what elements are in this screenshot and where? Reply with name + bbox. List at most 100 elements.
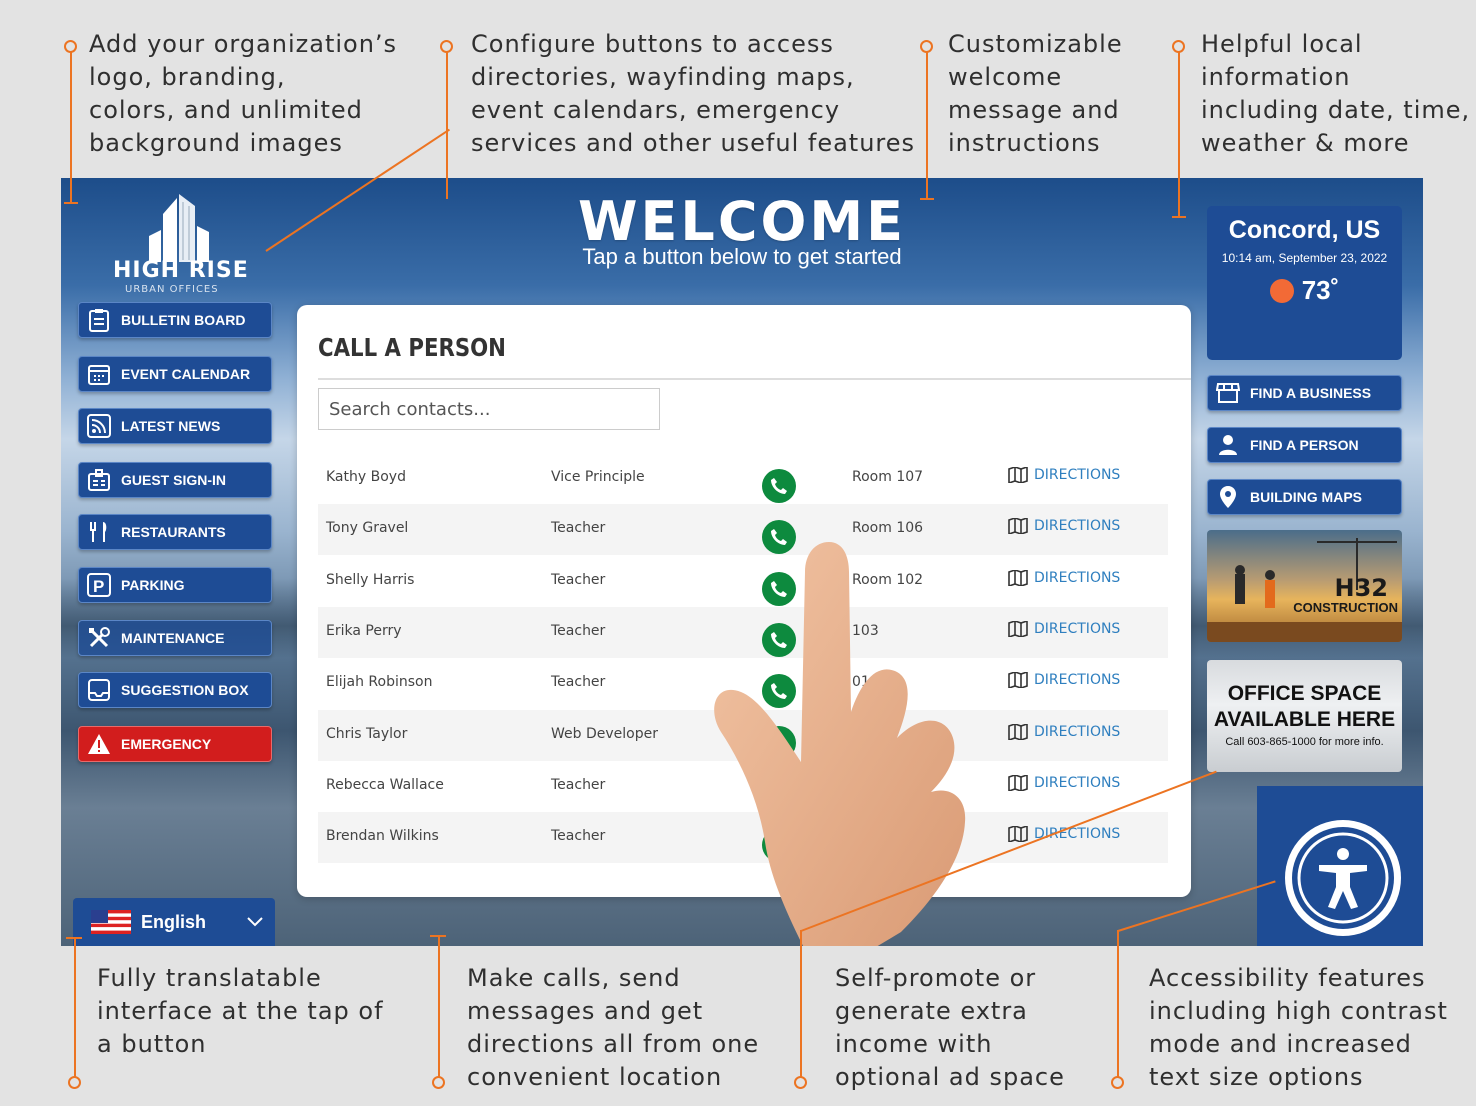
connector-line	[800, 930, 802, 1078]
map-icon	[1008, 774, 1034, 791]
person-icon	[1216, 433, 1240, 457]
connector-line	[1178, 49, 1180, 217]
right-nav-label: FIND A PERSON	[1250, 437, 1359, 453]
contact-role: Teacher	[551, 571, 606, 588]
map-icon	[1008, 672, 1034, 689]
directions-label: DIRECTIONS	[1034, 826, 1121, 843]
phone-icon[interactable]	[762, 469, 796, 503]
directions-link[interactable]: DIRECTIONS	[1008, 518, 1121, 535]
ad-construction[interactable]: H32 CONSTRUCTION	[1207, 530, 1402, 642]
utensils-icon	[87, 520, 111, 544]
connector-line	[430, 935, 446, 937]
directions-link[interactable]: DIRECTIONS	[1008, 672, 1120, 689]
ad-office-line2: AVAILABLE HERE	[1213, 708, 1396, 731]
table-row[interactable]: Rebecca Wallace Teacher DIRECTIONS	[318, 761, 1168, 812]
table-row[interactable]: Kathy Boyd Vice Principle Room 107 DIRECTIO…	[318, 453, 1168, 504]
directions-label: DIRECTIONS	[1034, 569, 1121, 586]
table-row[interactable]: Tony Gravel Teacher Room 106 DIRECTIONS	[318, 504, 1168, 556]
contact-role: Teacher	[551, 674, 606, 691]
directions-link[interactable]: DIRECTIONS	[1008, 467, 1120, 483]
nav-latest-news-button[interactable]: LATEST NEWS	[78, 408, 272, 444]
table-row[interactable]: Chris Taylor Web Developer DIRECTIONS	[318, 709, 1168, 761]
directions-label: DIRECTIONS	[1034, 467, 1121, 483]
contact-role: Teacher	[551, 828, 606, 845]
nav-maintenance-button[interactable]: MAINTENANCE	[78, 620, 272, 656]
phone-icon[interactable]	[762, 571, 796, 606]
nav-emergency-button[interactable]: EMERGENCY	[78, 726, 272, 762]
nav-label: PARKING	[121, 577, 185, 593]
table-row[interactable]: Elijah Robinson Teacher 01 DIRECTIONS	[318, 658, 1168, 709]
callout-translation: Fully translatable interface at the tap …	[97, 964, 384, 1058]
phone-icon[interactable]	[762, 622, 796, 657]
directions-link[interactable]: DIRECTIONS	[1008, 620, 1120, 637]
phone-icon[interactable]	[762, 828, 796, 863]
directions-link[interactable]: DIRECTIONS	[1008, 569, 1121, 586]
phone-icon[interactable]	[762, 725, 796, 760]
contact-role: Teacher	[551, 520, 606, 537]
call-a-person-panel: CALL A PERSON Search contacts... Kathy B…	[297, 305, 1191, 897]
warning-icon	[87, 732, 111, 756]
connector-dot	[920, 40, 933, 53]
contact-role: Web Developer	[551, 725, 658, 742]
find-person-button[interactable]: FIND A PERSON	[1207, 427, 1402, 463]
building-maps-button[interactable]: BUILDING MAPS	[1207, 479, 1402, 515]
contact-name: Rebecca Wallace	[326, 776, 444, 793]
contact-name: Tony Gravel	[326, 520, 409, 537]
contact-room: Room 107	[852, 469, 924, 485]
directions-label: DIRECTIONS	[1034, 518, 1121, 535]
contact-room: Room 102	[852, 571, 924, 588]
sun-icon	[1269, 278, 1294, 303]
tools-icon	[87, 626, 111, 650]
accessibility-icon-bg	[1292, 827, 1394, 929]
directions-link[interactable]: DIRECTIONS	[1008, 774, 1121, 791]
nav-label: EVENT CALENDAR	[121, 366, 251, 382]
right-nav-label: BUILDING MAPS	[1250, 489, 1362, 505]
ad-office-space[interactable]: OFFICE SPACE AVAILABLE HERE Call 603-865…	[1207, 660, 1402, 772]
connector-dot	[68, 1076, 81, 1089]
connector-line	[74, 937, 76, 1078]
map-icon	[1008, 620, 1034, 637]
map-icon	[1008, 518, 1034, 535]
chevron-down-icon	[247, 917, 263, 927]
nav-restaurants-button[interactable]: RESTAURANTS	[78, 514, 272, 550]
map-pin-icon	[1216, 485, 1240, 509]
phone-icon[interactable]	[762, 776, 796, 811]
table-row[interactable]: Erika Perry Teacher 103 DIRECTIONS	[318, 606, 1168, 658]
connector-dot	[440, 40, 453, 53]
weather-datetime: 10:14 am, September 23, 2022	[1221, 251, 1388, 265]
nav-label: LATEST NEWS	[121, 418, 221, 434]
connector-line	[66, 937, 82, 939]
connector-line	[438, 935, 440, 1078]
directions-link[interactable]: DIRECTIONS	[1008, 723, 1121, 740]
weather-temp-row: 73˚	[1207, 275, 1402, 306]
nav-parking-button[interactable]: P PARKING	[78, 567, 272, 603]
find-business-button[interactable]: FIND A BUSINESS	[1207, 375, 1402, 411]
accessibility-button[interactable]	[1257, 786, 1423, 946]
accessibility-ring	[1285, 820, 1401, 936]
phone-icon[interactable]	[762, 520, 796, 555]
nav-bulletin-board-button[interactable]: BULLETIN BOARD	[78, 302, 272, 338]
search-input[interactable]: Search contacts...	[318, 388, 660, 430]
logo-subtitle: URBAN OFFICES	[125, 284, 219, 295]
map-icon	[1008, 723, 1034, 740]
parking-icon: P	[87, 573, 111, 597]
weather-city: Concord, US	[1228, 216, 1381, 244]
nav-suggestion-box-button[interactable]: SUGGESTION BOX	[78, 672, 272, 708]
phone-icon[interactable]	[762, 674, 796, 709]
svg-text:P: P	[93, 577, 104, 596]
ad-construction-title: H32	[1334, 574, 1388, 602]
directions-label: DIRECTIONS	[1034, 774, 1121, 791]
panel-divider	[318, 378, 1191, 380]
nav-event-calendar-button[interactable]: EVENT CALENDAR	[78, 356, 272, 392]
connector-dot	[1172, 40, 1185, 53]
accessibility-icon	[1297, 832, 1389, 924]
callout-local-info: Helpful local information including date…	[1201, 30, 1471, 157]
connector-line	[446, 49, 448, 199]
connector-dot	[1111, 1076, 1124, 1089]
contact-room: 103	[852, 622, 879, 639]
directions-label: DIRECTIONS	[1034, 723, 1121, 740]
table-row[interactable]: Shelly Harris Teacher Room 102 DIRECTIONS	[318, 556, 1168, 607]
ad-construction-subtitle: CONSTRUCTION	[1293, 600, 1398, 615]
nav-guest-sign-in-button[interactable]: GUEST SIGN-IN	[78, 462, 272, 498]
language-selector[interactable]: English	[73, 898, 275, 946]
